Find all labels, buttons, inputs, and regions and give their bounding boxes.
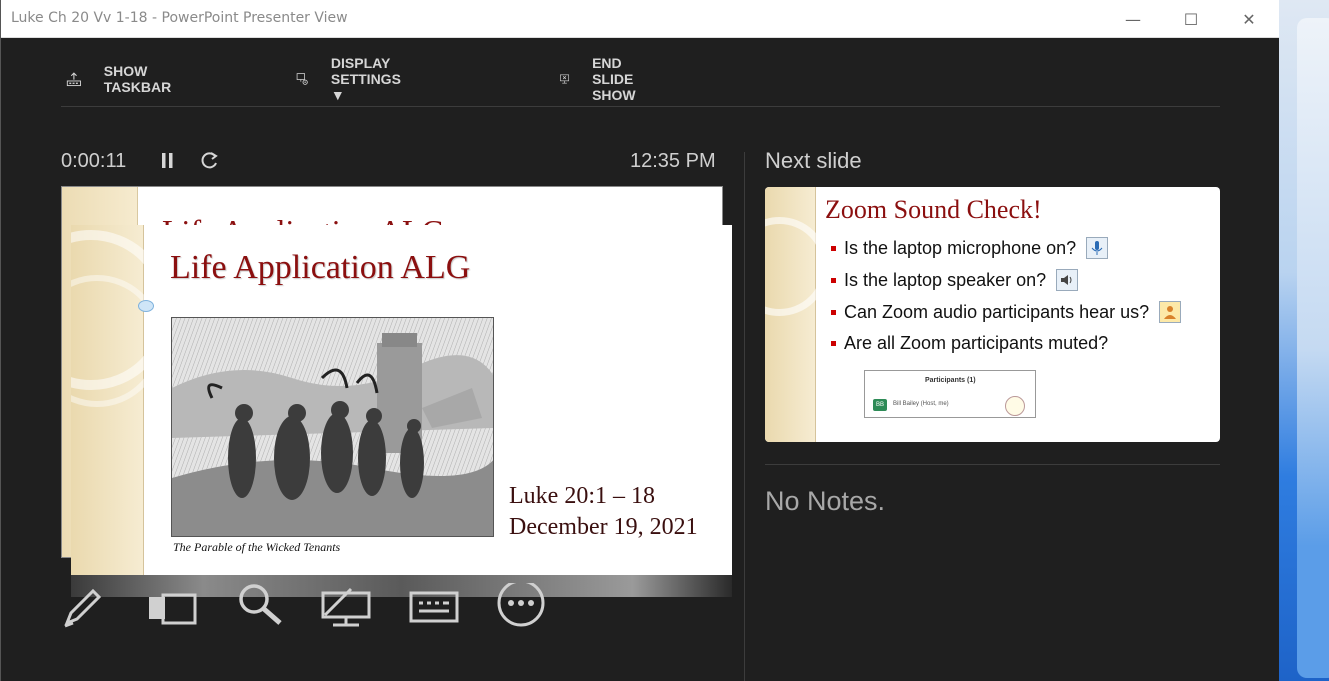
black-screen-button[interactable] [321,583,371,628]
bullet-icon [831,245,836,251]
zoom-slide-button[interactable] [236,583,286,628]
pen-tool-button[interactable] [61,583,111,628]
black-screen-icon [321,587,371,627]
desktop-background [1279,0,1329,681]
subtitles-button[interactable] [409,583,459,628]
current-slide-title: Life Application ALG [170,249,471,286]
end-slide-show-icon [560,74,570,84]
pane-divider [744,152,745,681]
slide-decoration [765,187,829,442]
display-settings-button[interactable]: DISPLAY SETTINGS ▼ [296,55,412,103]
muted-mic-icon [1005,396,1025,416]
title-bar: Luke Ch 20 Vv 1-18 - PowerPoint Presente… [1,0,1280,38]
pen-icon [64,588,102,628]
elapsed-timer: 0:00:11 [61,150,127,172]
bullet-icon [831,341,836,346]
close-icon: ✕ [1242,9,1256,29]
list-item: Is the laptop speaker on? [831,269,1079,291]
restart-timer-button[interactable] [199,150,221,172]
participants-header: Participants (1) [925,377,976,384]
speaker-notes: No Notes. [765,486,886,516]
zoom-icon [239,584,282,625]
bullet-icon [831,309,836,315]
microphone-icon [1086,237,1109,259]
restart-icon [201,152,218,169]
current-time: 12:35 PM [630,150,716,172]
list-item: Is the laptop microphone on? [831,237,1109,259]
end-slide-show-button[interactable]: END SLIDE SHOW [559,55,649,103]
presenter-view-window: Luke Ch 20 Vv 1-18 - PowerPoint Presente… [0,0,1280,681]
display-settings-icon [296,73,308,85]
next-slide-preview[interactable]: Zoom Sound Check! Is the laptop micropho… [765,187,1220,442]
image-caption: The Parable of the Wicked Tenants [173,540,341,554]
speaker-icon [1056,269,1079,291]
all-slides-icon [149,593,197,625]
more-options-button[interactable] [496,579,546,628]
bullet-icon [831,277,836,283]
minimize-icon: — [1125,9,1141,29]
maximize-icon: ☐ [1183,9,1199,29]
more-options-icon [497,579,545,627]
close-button[interactable]: ✕ [1220,0,1278,38]
participant-audio-icon [1159,301,1182,323]
next-slide-title: Zoom Sound Check! [825,195,1042,224]
pause-icon [162,153,173,168]
show-taskbar-label: SHOW TASKBAR [103,63,172,95]
current-slide[interactable]: Life Application ALG The Parable of the … [71,225,732,575]
next-slide-label: Next slide [765,148,862,173]
display-settings-label: DISPLAY SETTINGS ▼ [330,55,401,103]
show-taskbar-button[interactable]: SHOW TASKBAR [66,60,179,98]
window-title: Luke Ch 20 Vv 1-18 - PowerPoint Presente… [11,10,348,26]
scripture-reference: Luke 20:1 – 18 [509,483,655,509]
see-all-slides-button[interactable] [147,583,197,628]
subtitles-icon [409,591,459,623]
notes-divider [765,464,1220,465]
scripture-reference-block: Luke 20:1 – 18 December 19, 2021 [509,481,698,543]
slide-date: December 19, 2021 [509,514,698,540]
list-item: Can Zoom audio participants hear us? [831,301,1182,323]
toolbar-divider [61,106,1220,107]
pause-timer-button[interactable] [157,150,179,172]
end-slide-show-label: END SLIDE SHOW [592,55,636,103]
ring-decoration [765,217,829,316]
avatar: BB [873,399,887,411]
zoom-participants-screenshot: Participants (1) BB Bill Bailey (Host, m… [864,370,1036,418]
participant-name: Bill Bailey (Host, me) [893,401,949,407]
minimize-button[interactable]: — [1104,0,1162,38]
maximize-button[interactable]: ☐ [1162,0,1220,38]
slide-decoration [71,225,171,575]
list-item: Are all Zoom participants muted? [831,333,1108,354]
show-taskbar-icon [66,72,81,87]
wicked-tenants-engraving [171,317,494,537]
bubble-decoration [138,300,154,312]
background-window [1297,18,1329,678]
